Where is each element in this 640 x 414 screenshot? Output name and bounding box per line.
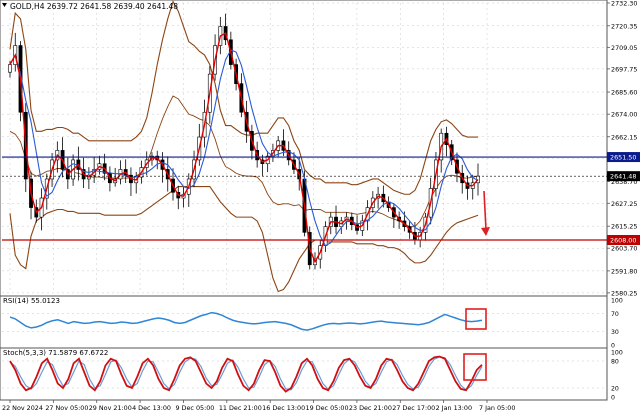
stochastic-tick-label: 0 [611, 395, 615, 402]
price-tick-label: 2720.35 [611, 22, 637, 30]
resistance-label: 2651.50 [610, 154, 636, 162]
rsi-title: RSI(14) 55.0123 [3, 297, 60, 305]
trading-chart[interactable]: 2732.30 2720.35 2709.05 2697.75 2685.60 2674.… [0, 0, 640, 414]
price-tick-label: 2697.75 [611, 65, 637, 73]
time-tick-label: 19 Dec 05:00 [306, 404, 349, 412]
price-tick-label: 2603.70 [611, 245, 637, 253]
current-price-label: 2641.48 [610, 173, 636, 181]
price-tick-label: 2615.25 [611, 223, 637, 231]
time-tick-label: 27 Dec 17:00 [392, 404, 435, 412]
time-tick-label: 27 Nov 05:00 [45, 404, 88, 412]
time-tick-label: 11 Dec 21:00 [219, 404, 262, 412]
price-tick-label: 2674.00 [611, 111, 637, 119]
rsi-tick-label: 70 [611, 311, 619, 318]
price-tick-label: 2709.05 [611, 44, 637, 52]
rsi-tick-label: 30 [611, 329, 619, 336]
time-tick-label: 22 Nov 2024 [2, 404, 43, 412]
time-tick-label: 23 Dec 21:00 [349, 404, 392, 412]
stochastic-tick-label: 100 [611, 350, 623, 357]
symbol-info: GOLD,H4 2639.72 2641.58 2639.40 2641.48 [10, 2, 178, 11]
price-tick-label: 2627.25 [611, 200, 637, 208]
price-tick-label: 2732.30 [611, 0, 637, 8]
time-tick-label: 16 Dec 13:00 [262, 404, 305, 412]
stochastic-tick-label: 20 [611, 386, 619, 393]
time-tick-label: 2 Jan 13:00 [436, 404, 472, 412]
price-tick-label: 2685.60 [611, 89, 637, 97]
stochastic-tick-label: 80 [611, 359, 619, 366]
rsi-tick-label: 0 [611, 343, 615, 350]
support-label: 2608.00 [610, 236, 636, 244]
rsi-tick-label: 100 [611, 298, 623, 305]
stochastic-title: Stoch(5,3,3) 71.5879 67.6722 [3, 349, 108, 357]
time-tick-label: 4 Dec 13:00 [132, 404, 171, 412]
price-tick-label: 2662.15 [611, 133, 637, 141]
time-tick-label: 7 Jan 05:00 [479, 404, 515, 412]
time-tick-label: 29 Nov 21:00 [89, 404, 132, 412]
time-tick-label: 9 Dec 05:00 [175, 404, 214, 412]
price-tick-label: 2591.80 [611, 267, 637, 275]
candle-body[interactable] [8, 64, 12, 73]
price-tick-label: 2580.25 [611, 289, 637, 297]
